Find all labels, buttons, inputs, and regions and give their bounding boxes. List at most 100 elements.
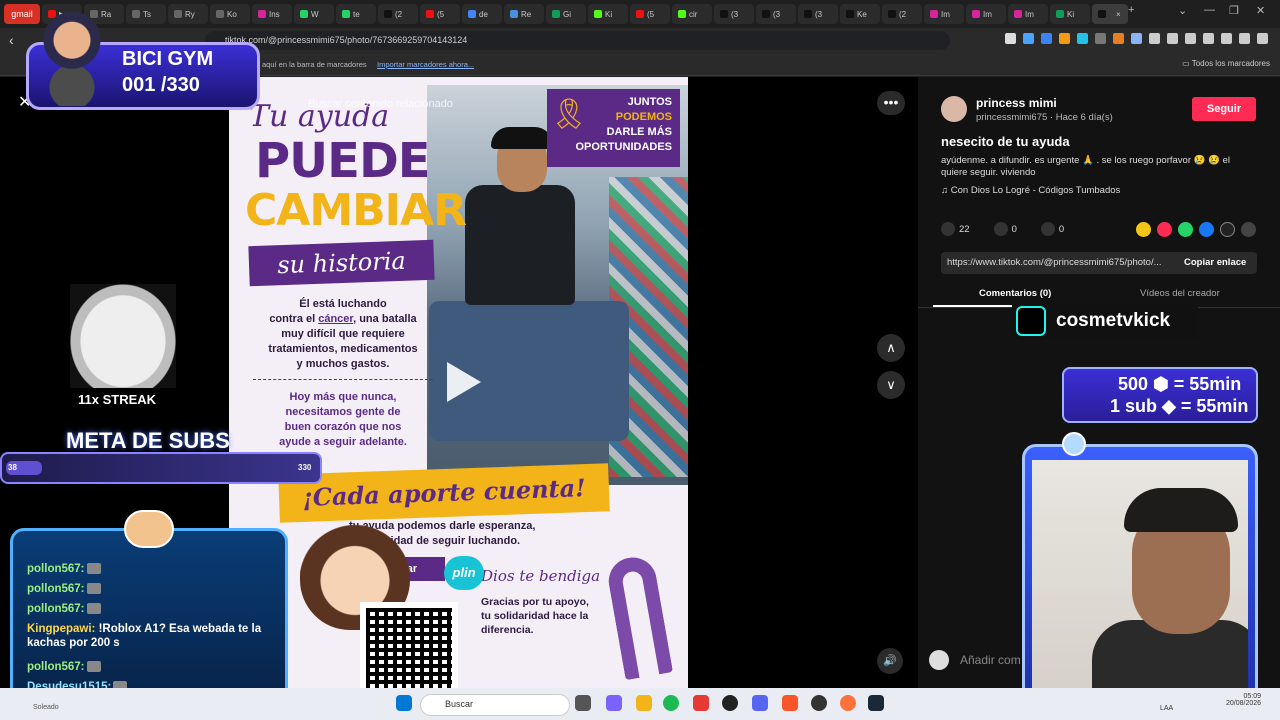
windows-start-icon[interactable] [396,695,412,711]
spotify-icon[interactable] [663,695,679,711]
tab-label: cir [689,9,698,19]
extension-icon[interactable] [1095,33,1106,44]
file-explorer-icon[interactable] [636,695,652,711]
firefox-icon[interactable] [840,695,856,711]
close-window-icon[interactable]: ✕ [1256,4,1265,17]
browser-tab[interactable]: Ke [840,4,880,24]
share-icon[interactable] [1241,222,1256,237]
post-link[interactable]: https://www.tiktok.com/@princessmimi675/… [947,257,1173,268]
browser-tab[interactable]: Ts [126,4,166,24]
extension-icon[interactable] [1023,33,1034,44]
tab-favicon-icon [1014,10,1022,18]
clock[interactable]: 05:09 20/08/2026 [1226,693,1261,707]
extension-icon[interactable] [1113,33,1124,44]
tab-creator-videos[interactable]: Vídeos del creador [1140,288,1220,299]
download-icon[interactable] [1167,33,1178,44]
extension-icon[interactable] [1041,33,1052,44]
browser-tab[interactable]: Im [966,4,1006,24]
discord-icon[interactable] [752,695,768,711]
browser-tab[interactable]: Gi [546,4,586,24]
browser-tab[interactable]: (2 [882,4,922,24]
browser-tab[interactable]: Im [924,4,964,24]
heart-icon[interactable] [941,222,955,236]
next-post-button[interactable]: ∨ [877,371,905,399]
close-tab-icon[interactable]: × [1116,10,1121,19]
photo-post[interactable]: Tu ayuda PUEDE CAMBIAR su historia Él es… [229,77,688,688]
browser-tab[interactable]: Ki [1050,4,1090,24]
obs-icon[interactable] [811,695,827,711]
more-options-icon[interactable]: ••• [877,91,905,115]
browser-tab[interactable]: Ry [168,4,208,24]
all-bookmarks-folder[interactable]: ▭ Todos los marcadores [1182,59,1270,68]
back-icon[interactable]: ‹ [9,32,14,48]
browser-tab[interactable]: Ko [210,4,250,24]
browser-tab[interactable]: (5 [630,4,670,24]
sub-goal-current: 38 [8,463,17,472]
bookmark-icon[interactable] [1185,33,1196,44]
tab-label: (3 [731,9,739,19]
x-icon[interactable] [1220,222,1235,237]
emoji-icon[interactable] [1136,222,1151,237]
browser-tab[interactable]: (3 [798,4,838,24]
task-view-icon[interactable] [575,695,591,711]
browser-tab[interactable]: (5 [420,4,460,24]
app-icon[interactable] [722,695,738,711]
import-bookmarks-link[interactable]: Importar marcadores ahora... [377,60,474,69]
add-comment-input[interactable]: Añadir com [960,653,1021,667]
tab-favicon-icon [888,10,896,18]
browser-tab[interactable]: W [294,4,334,24]
tab-favicon-icon [678,10,686,18]
comment-icon[interactable] [993,222,1008,236]
steam-icon[interactable] [868,695,884,711]
browser-tab[interactable]: te [336,4,376,24]
browser-tab[interactable]: (3 [756,4,796,24]
extension-icon[interactable] [1005,33,1016,44]
facebook-icon[interactable] [1199,222,1214,237]
maximize-icon[interactable]: ❐ [1229,4,1239,17]
browser-tab[interactable]: cir [672,4,712,24]
music-link[interactable]: ♫ Con Dios Lo Logré - Códigos Tumbados [941,185,1120,196]
puzzle-icon[interactable] [1149,33,1160,44]
address-bar[interactable]: tiktok.com/@princessmimi675/photo/767366… [205,31,950,50]
app-icon[interactable] [606,695,622,711]
sidebar-icon[interactable] [1203,33,1214,44]
creator-avatar[interactable] [941,96,967,122]
extension-icon[interactable] [1131,33,1142,44]
tab-label: Ki [605,9,613,19]
previous-post-button[interactable]: ∧ [877,334,905,362]
bookmark-icon[interactable] [1040,222,1055,236]
tab-search-icon[interactable]: ⌄ [1178,4,1187,17]
browser-tab[interactable]: Im [1008,4,1048,24]
brave-icon[interactable] [782,695,798,711]
menu-icon[interactable] [1257,33,1268,44]
whatsapp-icon[interactable] [1178,222,1193,237]
wallet-icon[interactable] [1221,33,1232,44]
tab-favicon-icon [216,10,224,18]
extension-icon[interactable] [1059,33,1070,44]
new-tab-button[interactable]: + [1128,4,1134,16]
language-indicator[interactable]: LAA [1160,705,1173,712]
extension-icon[interactable] [1077,33,1088,44]
creator-name[interactable]: princess mimi [976,96,1057,110]
volume-icon[interactable]: 🔊 [877,648,903,674]
browser-tab[interactable]: (2 [378,4,418,24]
related-search-input[interactable]: Buscar contenido relacionado [308,98,453,110]
webcam-feed [1032,460,1248,688]
minimize-icon[interactable]: — [1204,4,1215,16]
user-avatar [929,650,949,670]
taskbar-search[interactable] [420,694,570,716]
browser-tab[interactable]: Ki [588,4,628,24]
tab-favicon-icon [258,10,266,18]
browser-tab[interactable]: (3 [714,4,754,24]
browser-tab[interactable]: de [462,4,502,24]
app-icon[interactable] [693,695,709,711]
repost-icon[interactable] [1157,222,1172,237]
browser-tab[interactable]: Re [504,4,544,24]
tab-comments[interactable]: Comentarios (0) [979,288,1051,299]
follow-button[interactable]: Seguir [1192,97,1256,121]
browser-tab[interactable]: × [1092,4,1128,24]
play-icon[interactable] [447,362,481,402]
shield-icon[interactable] [1239,33,1250,44]
copy-link-button[interactable]: Copiar enlace [1184,257,1246,268]
browser-tab[interactable]: Ins [252,4,292,24]
